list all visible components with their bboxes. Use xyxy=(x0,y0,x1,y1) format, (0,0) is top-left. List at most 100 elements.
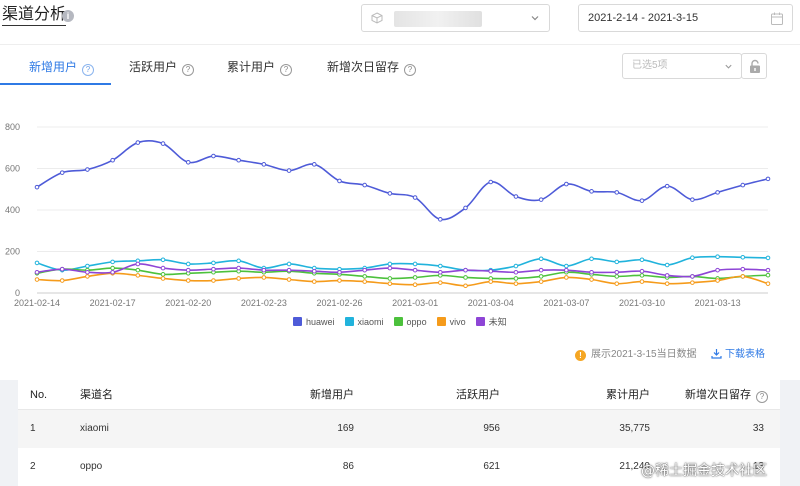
warning-icon: ! xyxy=(575,350,586,361)
legend-swatch xyxy=(393,317,403,326)
app-name-redacted xyxy=(394,11,482,27)
page-header: 渠道分析 i 2021-2-14 - 2021-3-15 xyxy=(0,0,800,44)
data-point xyxy=(614,274,620,279)
cell-channel: xiaomi xyxy=(80,423,109,434)
legend-item[interactable]: huawei xyxy=(293,317,335,327)
data-point xyxy=(715,190,720,195)
data-point xyxy=(286,267,292,273)
data-point xyxy=(538,197,544,202)
data-point xyxy=(513,194,519,199)
legend-item[interactable]: 未知 xyxy=(475,315,507,328)
help-icon[interactable]: ? xyxy=(82,64,95,76)
table-row[interactable]: 1 xiaomi 169 956 35,775 33 xyxy=(18,410,780,448)
data-point xyxy=(765,281,771,286)
x-tick-label: 2021-03-04 xyxy=(468,298,514,308)
data-date-note: ! 展示2021-3-15当日数据 xyxy=(575,345,697,361)
data-point xyxy=(412,261,418,267)
legend-label: vivo xyxy=(449,317,466,327)
data-point xyxy=(110,157,115,163)
data-point xyxy=(236,276,241,281)
data-point xyxy=(185,261,191,267)
data-point xyxy=(740,266,746,272)
data-point xyxy=(765,255,771,261)
data-point xyxy=(715,267,720,273)
data-point xyxy=(211,278,216,283)
data-point xyxy=(59,278,65,283)
x-tick-label: 2021-03-13 xyxy=(695,298,741,308)
date-range-text: 2021-2-14 - 2021-3-15 xyxy=(588,12,699,24)
col-no: No. xyxy=(30,389,48,401)
data-point xyxy=(85,167,90,172)
data-point xyxy=(513,269,519,275)
y-tick-label: 600 xyxy=(5,164,20,174)
data-point xyxy=(664,281,670,286)
tab-label: 新增用户 xyxy=(29,60,78,74)
cell-no: 2 xyxy=(30,461,36,472)
data-point xyxy=(261,267,267,273)
help-icon[interactable]: ? xyxy=(280,64,293,76)
data-point xyxy=(740,274,746,279)
data-point xyxy=(160,265,166,271)
data-point xyxy=(337,269,342,275)
legend-item[interactable]: vivo xyxy=(436,317,466,327)
data-point xyxy=(589,277,594,282)
legend-label: huawei xyxy=(306,317,335,327)
x-tick-label: 2021-02-20 xyxy=(165,298,211,308)
data-point xyxy=(664,262,670,268)
data-point xyxy=(236,258,241,264)
data-point xyxy=(362,274,367,279)
data-point xyxy=(488,268,494,274)
table-header: No. 渠道名 新增用户 活跃用户 累计用户 新增次日留存? xyxy=(18,380,780,410)
cell-no: 1 xyxy=(30,423,36,434)
help-icon[interactable]: ? xyxy=(182,64,195,76)
data-point xyxy=(236,157,241,163)
tab-new-users[interactable]: 新增用户? xyxy=(29,53,95,85)
data-point xyxy=(664,273,670,278)
active-tab-indicator xyxy=(0,83,111,85)
date-range-picker[interactable]: 2021-2-14 - 2021-3-15 xyxy=(578,4,793,32)
tab-next-day-retention[interactable]: 新增次日留存? xyxy=(327,53,417,85)
data-point xyxy=(488,279,494,284)
data-point xyxy=(85,274,90,279)
info-icon[interactable]: i xyxy=(62,10,74,22)
data-point xyxy=(639,268,645,274)
legend-item[interactable]: oppo xyxy=(393,317,427,327)
cell-total-users: 35,775 xyxy=(619,423,650,434)
data-point xyxy=(135,267,141,273)
tab-total-users[interactable]: 累计用户? xyxy=(227,53,293,85)
tab-label: 新增次日留存 xyxy=(327,60,400,74)
channel-multiselect[interactable]: 已选5项 xyxy=(622,53,742,79)
x-tick-label: 2021-02-14 xyxy=(14,298,60,308)
data-point xyxy=(639,279,645,284)
calendar-icon xyxy=(771,12,783,25)
data-point xyxy=(160,276,166,281)
data-point xyxy=(438,263,443,269)
legend-label: oppo xyxy=(406,317,427,327)
data-point xyxy=(715,278,720,283)
data-point xyxy=(538,274,544,279)
tab-active-users[interactable]: 活跃用户? xyxy=(129,53,195,85)
x-tick-label: 2021-02-26 xyxy=(316,298,362,308)
data-point xyxy=(387,261,393,267)
col-channel: 渠道名 xyxy=(80,389,113,401)
data-point xyxy=(387,281,393,286)
y-tick-label: 200 xyxy=(5,247,20,257)
help-icon[interactable]: ? xyxy=(756,391,768,403)
cell-active-users: 956 xyxy=(483,423,500,434)
data-point xyxy=(387,265,393,271)
lock-button[interactable] xyxy=(741,53,767,79)
data-point xyxy=(614,259,620,265)
data-point xyxy=(362,279,367,284)
help-icon[interactable]: ? xyxy=(404,64,417,76)
data-point xyxy=(412,195,418,200)
data-point xyxy=(438,280,443,285)
data-point xyxy=(261,162,267,167)
legend-item[interactable]: xiaomi xyxy=(344,317,384,327)
col-total-users: 累计用户 xyxy=(606,389,650,401)
download-table-link[interactable]: 下载表格 xyxy=(711,345,765,360)
app-selector[interactable] xyxy=(361,4,550,32)
lock-icon xyxy=(750,59,760,73)
data-point xyxy=(85,269,90,275)
y-tick-label: 800 xyxy=(5,122,20,132)
download-icon xyxy=(711,349,722,359)
